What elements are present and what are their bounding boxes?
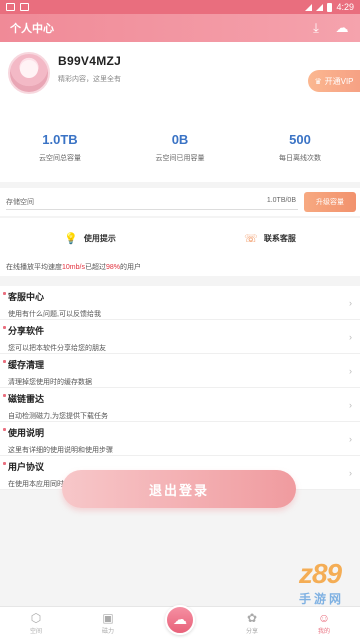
vip-button[interactable]: ♛ 开通VIP (308, 70, 360, 92)
download-icon[interactable]: ⤓ (308, 20, 324, 36)
tab-share[interactable]: ✿ 分享 (216, 612, 288, 635)
menu-item-title: 客服中心 (3, 290, 354, 303)
tab-label: 我的 (317, 629, 330, 635)
stat-value: 1.0TB (42, 132, 78, 147)
usage-tips-label: 使用提示 (83, 233, 116, 243)
storage-progress (6, 209, 298, 210)
tab-label: 空间 (29, 629, 42, 635)
menu-item-magnet-radar[interactable]: 磁链雷达 自动检测磁力,为您提供下载任务 › (0, 388, 360, 422)
menu-item-desc: 这里有详细的使用说明和使用步骤 (8, 447, 113, 454)
stat-total-capacity: 1.0TB 云空间总容量 (0, 132, 120, 163)
profile-card: B99V4MZJ 精彩内容，这里全有 ♛ 开通VIP 1.0TB 云空间总容量 … (0, 42, 360, 182)
app-header: 个人中心 ⤓ ☁ (0, 14, 360, 42)
chevron-right-icon: › (349, 400, 352, 410)
notification-status-icon (20, 3, 29, 11)
cloud-upload-icon: ☁ (165, 604, 195, 635)
contact-support-button[interactable]: ☏ 联系客服 (180, 232, 360, 245)
gift-icon: ▣ (102, 611, 114, 625)
menu-item-desc: 您可以把本软件分享给您的朋友 (8, 345, 106, 352)
cloud-icon[interactable]: ☁ (334, 20, 350, 36)
bottom-tab-bar: ⬡ 空间 ▣ 磁力 ☁ ✿ 分享 ☺ 我的 (0, 604, 360, 640)
watermark-logo: z89 手游网 (299, 558, 344, 607)
chevron-right-icon: › (349, 468, 352, 478)
notice-speed: 10mb/s (62, 264, 85, 271)
menu-item-customer-service[interactable]: 客服中心 使用有什么问题,可以反馈给我 › (0, 286, 360, 320)
stat-value: 500 (289, 132, 311, 147)
menu-item-desc: 清理掉您使用时的缓存数据 (8, 379, 92, 386)
menu-item-instructions[interactable]: 使用说明 这里有详细的使用说明和使用步骤 › (0, 422, 360, 456)
wifi-icon (305, 3, 313, 11)
stat-label: 云空间已用容量 (155, 155, 205, 162)
settings-menu: 客服中心 使用有什么问题,可以反馈给我 › 分享软件 您可以把本软件分享给您的朋… (0, 286, 360, 490)
signal-icon (316, 3, 324, 11)
menu-item-title: 使用说明 (3, 426, 354, 439)
download-status-icon (6, 3, 15, 11)
status-time: 4:29 (336, 2, 354, 12)
stat-used-capacity: 0B 云空间已用容量 (120, 132, 240, 163)
logout-button[interactable]: 退出登录 (62, 470, 296, 508)
menu-item-desc: 使用有什么问题,可以反馈给我 (8, 311, 101, 318)
upgrade-capacity-button[interactable]: 升级容量 (304, 192, 356, 212)
usage-tips-button[interactable]: 💡 使用提示 (0, 232, 180, 245)
watermark-main: z89 (298, 558, 342, 589)
chevron-right-icon: › (349, 366, 352, 376)
tab-mine[interactable]: ☺ 我的 (288, 612, 360, 635)
chevron-right-icon: › (349, 332, 352, 342)
tab-cloud-upload[interactable]: ☁ (144, 604, 216, 635)
menu-item-clear-cache[interactable]: 缓存清理 清理掉您使用时的缓存数据 › (0, 354, 360, 388)
battery-icon (327, 2, 333, 12)
stat-daily-offline: 500 每日离线次数 (240, 132, 360, 163)
vip-label: 开通VIP (324, 76, 354, 86)
watermark-sub: 手游网 (298, 592, 344, 606)
paw-icon: ✿ (246, 611, 258, 625)
username: B99V4MZJ (58, 54, 122, 68)
menu-item-title: 磁链雷达 (3, 392, 354, 405)
tab-label: 分享 (245, 629, 258, 635)
lightbulb-icon: 💡 (64, 232, 78, 245)
notice-percent: 98% (105, 264, 120, 271)
status-bar: 4:29 (0, 0, 360, 14)
menu-item-title: 分享软件 (3, 324, 354, 337)
crown-icon: ♛ (314, 76, 322, 86)
menu-item-desc: 自动检测磁力,为您提供下载任务 (8, 413, 108, 420)
cube-icon: ⬡ (30, 611, 42, 625)
user-subtitle: 精彩内容，这里全有 (58, 76, 121, 83)
quick-actions: 💡 使用提示 ☏ 联系客服 (0, 218, 360, 258)
menu-item-title: 缓存清理 (3, 358, 354, 371)
chevron-right-icon: › (349, 434, 352, 444)
chevron-right-icon: › (349, 298, 352, 308)
storage-value: 1.0TB/0B (266, 197, 296, 204)
page-title: 个人中心 (10, 23, 54, 35)
notice-middle: 已超过 (84, 264, 106, 271)
storage-bar: 存储空间 1.0TB/0B 升级容量 (0, 188, 360, 216)
headset-icon: ☏ (244, 232, 258, 245)
tab-magnet[interactable]: ▣ 磁力 (72, 612, 144, 635)
tab-space[interactable]: ⬡ 空间 (0, 612, 72, 635)
stats-row: 1.0TB 云空间总容量 0B 云空间已用容量 500 每日离线次数 (0, 132, 360, 163)
tab-label: 磁力 (101, 629, 114, 635)
notice-suffix: 的用户 (119, 264, 141, 271)
stat-label: 云空间总容量 (39, 155, 81, 162)
contact-support-label: 联系客服 (263, 233, 296, 243)
menu-item-share-app[interactable]: 分享软件 您可以把本软件分享给您的朋友 › (0, 320, 360, 354)
speed-notice: 在线播放平均速度10mb/s已超过98%的用户 (0, 258, 360, 276)
notice-prefix: 在线播放平均速度 (6, 264, 62, 271)
stat-value: 0B (171, 132, 189, 147)
user-icon: ☺ (317, 611, 331, 625)
avatar[interactable] (8, 52, 50, 94)
storage-label: 存储空间 (6, 199, 34, 206)
stat-label: 每日离线次数 (279, 155, 321, 162)
